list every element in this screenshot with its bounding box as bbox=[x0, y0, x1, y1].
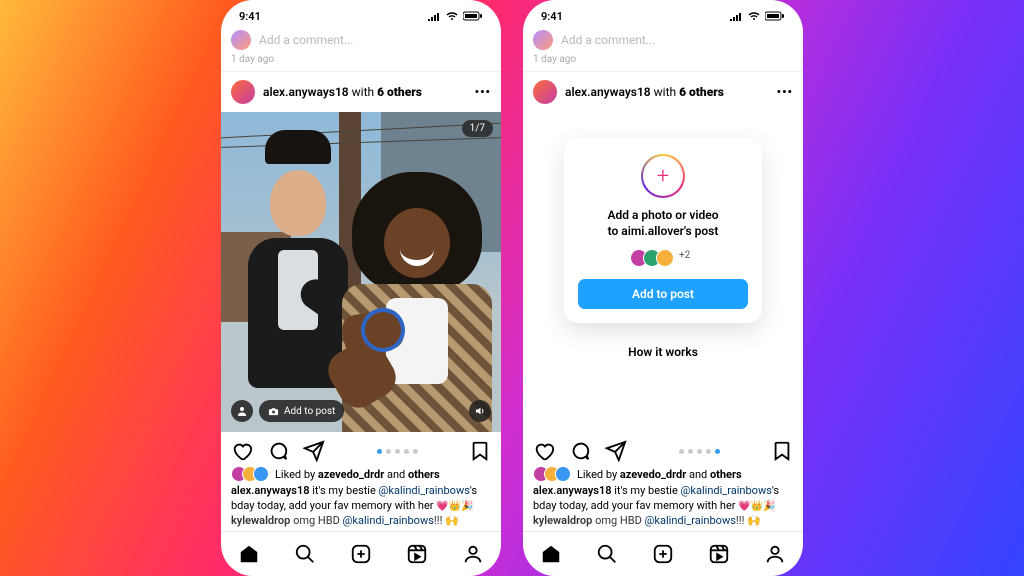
status-time: 9:41 bbox=[239, 10, 261, 23]
tab-profile-icon[interactable] bbox=[764, 543, 786, 565]
carousel-dots bbox=[641, 449, 757, 454]
others-count: 6 others bbox=[377, 85, 422, 99]
post-age: 1 day ago bbox=[523, 54, 803, 71]
add-media-slide: + Add a photo or videoto aimi.allover's … bbox=[523, 112, 803, 432]
status-icons bbox=[729, 11, 785, 21]
likes-row[interactable]: Liked by azevedo_drdr and others bbox=[523, 466, 803, 482]
signal-icon bbox=[729, 11, 743, 21]
liker-avatars bbox=[231, 466, 269, 482]
carousel-dots bbox=[339, 449, 455, 454]
tab-create-icon[interactable] bbox=[652, 543, 674, 565]
comment-preview[interactable]: kylewaldrop omg HBD @kalindi_rainbows!!!… bbox=[523, 514, 803, 527]
status-time: 9:41 bbox=[541, 10, 563, 23]
plus-ring-icon[interactable]: + bbox=[641, 154, 685, 198]
status-icons bbox=[427, 11, 483, 21]
add-to-post-pill[interactable]: Add to post bbox=[259, 400, 344, 422]
post-header[interactable]: alex.anyways18 with 6 others ••• bbox=[221, 72, 501, 112]
tab-bar bbox=[221, 531, 501, 576]
tab-home-icon[interactable] bbox=[540, 543, 562, 565]
post-header[interactable]: alex.anyways18 with 6 others ••• bbox=[523, 72, 803, 112]
gradient-background: 9:41 Add a comment... 1 day ago alex.any… bbox=[0, 0, 1024, 576]
author-avatar[interactable] bbox=[231, 80, 255, 104]
tab-home-icon[interactable] bbox=[238, 543, 260, 565]
avatar bbox=[533, 30, 553, 50]
post-actions bbox=[221, 432, 501, 466]
author-line[interactable]: alex.anyways18 with 6 others bbox=[565, 85, 724, 99]
wifi-icon bbox=[445, 11, 459, 21]
liker-avatars bbox=[533, 466, 571, 482]
contributor-avatars: +2 bbox=[630, 249, 696, 267]
save-icon[interactable] bbox=[771, 440, 793, 462]
tab-search-icon[interactable] bbox=[596, 543, 618, 565]
post-age: 1 day ago bbox=[221, 54, 501, 71]
comment-placeholder: Add a comment... bbox=[561, 33, 655, 47]
likes-row[interactable]: Liked by azevedo_drdr and others bbox=[221, 466, 501, 482]
battery-icon bbox=[765, 11, 785, 21]
add-to-post-button[interactable]: Add to post bbox=[578, 279, 748, 309]
comment-preview[interactable]: kylewaldrop omg HBD @kalindi_rainbows!!!… bbox=[221, 514, 501, 527]
phone-mockup-right: 9:41 Add a comment... 1 day ago alex.any… bbox=[523, 0, 803, 576]
camera-icon bbox=[268, 406, 279, 417]
comment-placeholder: Add a comment... bbox=[259, 33, 353, 47]
add-media-prompt: Add a photo or videoto aimi.allover's po… bbox=[607, 208, 718, 239]
author-line[interactable]: alex.anyways18 with 6 others bbox=[263, 85, 422, 99]
author-username: alex.anyways18 bbox=[565, 85, 651, 99]
phone-mockup-left: 9:41 Add a comment... 1 day ago alex.any… bbox=[221, 0, 501, 576]
tagged-people-icon[interactable] bbox=[231, 400, 253, 422]
likes-text: Liked by azevedo_drdr and others bbox=[577, 468, 742, 481]
comment-icon[interactable] bbox=[569, 440, 591, 462]
sound-icon[interactable] bbox=[469, 400, 491, 422]
save-icon[interactable] bbox=[469, 440, 491, 462]
status-bar: 9:41 bbox=[221, 0, 501, 26]
post-actions bbox=[523, 432, 803, 466]
more-icon[interactable]: ••• bbox=[777, 85, 793, 99]
tab-profile-icon[interactable] bbox=[462, 543, 484, 565]
battery-icon bbox=[463, 11, 483, 21]
wifi-icon bbox=[747, 11, 761, 21]
tab-search-icon[interactable] bbox=[294, 543, 316, 565]
add-to-post-label: Add to post bbox=[284, 406, 335, 417]
photo-person-right bbox=[337, 172, 497, 432]
avatar bbox=[231, 30, 251, 50]
post-caption[interactable]: alex.anyways18 it's my bestie @kalindi_r… bbox=[221, 482, 501, 514]
share-icon[interactable] bbox=[303, 440, 325, 462]
tab-create-icon[interactable] bbox=[350, 543, 372, 565]
likes-text: Liked by azevedo_drdr and others bbox=[275, 468, 440, 481]
post-caption[interactable]: alex.anyways18 it's my bestie @kalindi_r… bbox=[523, 482, 803, 514]
add-comment-row[interactable]: Add a comment... bbox=[221, 26, 501, 54]
share-icon[interactable] bbox=[605, 440, 627, 462]
like-icon[interactable] bbox=[533, 440, 555, 462]
with-text: with bbox=[349, 85, 377, 99]
author-username: alex.anyways18 bbox=[263, 85, 349, 99]
tab-reels-icon[interactable] bbox=[708, 543, 730, 565]
like-icon[interactable] bbox=[231, 440, 253, 462]
more-icon[interactable]: ••• bbox=[475, 85, 491, 99]
signal-icon bbox=[427, 11, 441, 21]
status-bar: 9:41 bbox=[523, 0, 803, 26]
carousel-page-badge: 1/7 bbox=[462, 120, 493, 137]
extra-contributors: +2 bbox=[678, 249, 696, 267]
add-media-card: + Add a photo or videoto aimi.allover's … bbox=[564, 138, 762, 323]
tab-bar bbox=[523, 531, 803, 576]
comment-icon[interactable] bbox=[267, 440, 289, 462]
author-avatar[interactable] bbox=[533, 80, 557, 104]
post-media[interactable]: 1/7 Add to post bbox=[221, 112, 501, 432]
tab-reels-icon[interactable] bbox=[406, 543, 428, 565]
how-it-works-link[interactable]: How it works bbox=[628, 345, 698, 359]
add-comment-row[interactable]: Add a comment... bbox=[523, 26, 803, 54]
